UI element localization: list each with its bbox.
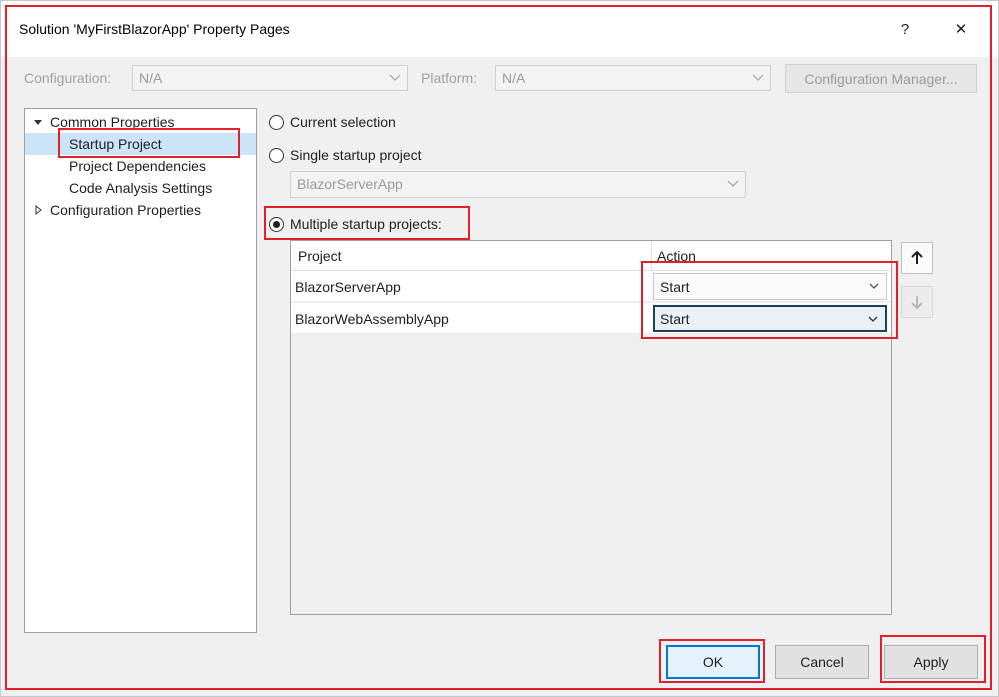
chevron-down-icon	[752, 74, 764, 81]
tree-item-configuration-properties[interactable]: Configuration Properties	[25, 199, 256, 221]
platform-value: N/A	[502, 70, 526, 86]
tree-item-label: Configuration Properties	[50, 202, 201, 218]
single-startup-option[interactable]: Single startup project	[269, 144, 422, 166]
close-button[interactable]: ✕	[945, 15, 977, 43]
current-selection-label: Current selection	[290, 114, 396, 130]
tree-item-startup-project[interactable]: Startup Project	[25, 133, 256, 155]
chevron-down-icon	[869, 283, 879, 289]
tree-item-project-dependencies[interactable]: Project Dependencies	[25, 155, 256, 177]
column-header-action[interactable]: Action	[657, 248, 696, 264]
radio-button[interactable]	[269, 147, 284, 163]
move-up-button[interactable]	[901, 242, 933, 274]
configuration-dropdown[interactable]: N/A	[132, 65, 408, 91]
help-button[interactable]: ?	[889, 15, 921, 43]
tree-item-label: Project Dependencies	[69, 158, 206, 174]
arrow-up-icon	[911, 250, 923, 264]
chevron-down-icon	[868, 316, 878, 322]
property-pages-dialog: Solution 'MyFirstBlazorApp' Property Pag…	[0, 0, 999, 697]
expanded-triangle-icon[interactable]	[33, 117, 43, 127]
project-name: BlazorWebAssemblyApp	[295, 311, 449, 327]
configuration-label: Configuration:	[24, 70, 112, 86]
action-dropdown[interactable]: Start	[653, 273, 887, 300]
chevron-down-icon	[389, 74, 401, 81]
radio-button[interactable]	[269, 114, 284, 130]
table-row[interactable]: BlazorServerApp Start	[291, 271, 891, 302]
move-down-button[interactable]	[901, 286, 933, 318]
single-startup-label: Single startup project	[290, 147, 422, 163]
cancel-button[interactable]: Cancel	[775, 645, 869, 679]
property-tree: Common Properties Startup Project Projec…	[24, 108, 257, 633]
chevron-down-icon	[727, 180, 739, 187]
tree-item-label: Startup Project	[69, 136, 162, 152]
window-title: Solution 'MyFirstBlazorApp' Property Pag…	[19, 21, 290, 37]
tree-item-label: Common Properties	[50, 114, 175, 130]
project-name: BlazorServerApp	[295, 279, 401, 295]
single-startup-dropdown[interactable]: BlazorServerApp	[290, 171, 746, 198]
configuration-manager-button[interactable]: Configuration Manager...	[785, 64, 977, 93]
tree-item-code-analysis-settings[interactable]: Code Analysis Settings	[25, 177, 256, 199]
ok-button[interactable]: OK	[666, 645, 760, 679]
single-startup-value: BlazorServerApp	[297, 176, 403, 192]
platform-dropdown[interactable]: N/A	[495, 65, 771, 91]
action-dropdown[interactable]: Start	[653, 305, 887, 332]
current-selection-option[interactable]: Current selection	[269, 111, 396, 133]
column-separator	[651, 241, 652, 271]
table-row[interactable]: BlazorWebAssemblyApp Start	[291, 303, 891, 334]
title-bar: Solution 'MyFirstBlazorApp' Property Pag…	[1, 1, 998, 57]
grid-header: Project Action	[291, 241, 891, 271]
apply-button[interactable]: Apply	[884, 645, 978, 679]
arrow-down-icon	[911, 296, 923, 310]
tree-item-label: Code Analysis Settings	[69, 180, 213, 196]
action-value: Start	[660, 279, 690, 295]
multiple-startup-option[interactable]: Multiple startup projects:	[269, 213, 442, 235]
multiple-startup-label: Multiple startup projects:	[290, 216, 442, 232]
startup-projects-grid: Project Action BlazorServerApp Start Bla…	[290, 240, 892, 615]
action-value: Start	[660, 311, 690, 327]
tree-item-common-properties[interactable]: Common Properties	[25, 111, 256, 133]
configuration-value: N/A	[139, 70, 163, 86]
collapsed-triangle-icon[interactable]	[33, 205, 43, 215]
radio-button-selected[interactable]	[269, 216, 284, 232]
platform-label: Platform:	[421, 70, 478, 86]
column-header-project[interactable]: Project	[298, 248, 342, 264]
